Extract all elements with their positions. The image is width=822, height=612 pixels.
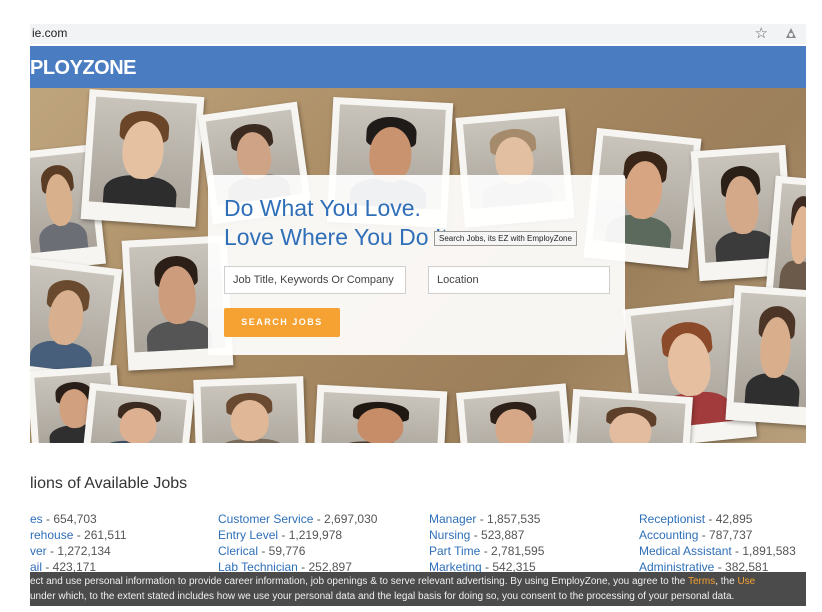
collage-photo [456,383,574,443]
job-count: - 42,895 [705,512,753,526]
cookie-consent-banner: ect and use personal information to prov… [30,572,806,606]
terms-link[interactable]: Terms [688,576,715,587]
jobs-column-4: Receptionist - 42,895 Accounting - 787,7… [639,511,796,575]
job-count: - 1,857,535 [476,512,541,526]
jobs-column-3: Manager - 1,857,535 Nursing - 523,887 Pa… [429,511,544,575]
job-count: - 523,887 [470,528,525,542]
job-category[interactable]: Medical Assistant [639,544,732,558]
jobs-column-2: Customer Service - 2,697,030 Entry Level… [218,511,377,575]
job-link[interactable]: Clerical - 59,776 [218,543,377,559]
cookie-line-1: ect and use personal information to prov… [30,574,806,589]
use-link[interactable]: Use [737,576,755,587]
bookmark-star-icon[interactable]: ☆ [755,24,768,42]
site-header: PLOYZONE [30,46,806,88]
cookie-text: ect and use personal information to prov… [30,576,688,587]
collage-photo [80,89,205,227]
job-count: - 654,703 [42,512,97,526]
job-link[interactable]: Customer Service - 2,697,030 [218,511,377,527]
search-card: Do What You Love. Love Where You Do It. … [208,175,625,355]
job-link[interactable]: Accounting - 787,737 [639,527,796,543]
job-link[interactable]: ver - 1,272,134 [30,543,127,559]
available-jobs-heading: lions of Available Jobs [30,475,188,492]
job-category[interactable]: Nursing [429,528,470,542]
cookie-text: , the [715,576,738,587]
extension-icon[interactable] [784,27,798,41]
cookie-text: under which, to the extent stated includ… [30,591,735,602]
job-category[interactable]: ver [30,544,47,558]
job-category[interactable]: Clerical [218,544,258,558]
job-link[interactable]: Nursing - 523,887 [429,527,544,543]
job-category[interactable]: es [30,512,43,526]
job-link[interactable]: Medical Assistant - 1,891,583 [639,543,796,559]
headline-line2: Love Where You Do It. [224,224,455,250]
url-text[interactable]: ie.com [32,26,67,40]
job-category[interactable]: Receptionist [639,512,705,526]
address-bar[interactable]: ie.com ☆ [30,24,806,44]
jobs-column-1: es - 654,703 rehouse - 261,511 ver - 1,2… [30,511,127,575]
job-link[interactable]: rehouse - 261,511 [30,527,127,543]
job-count: - 787,737 [698,528,753,542]
job-count: - 1,272,134 [46,544,111,558]
job-count: - 59,776 [258,544,306,558]
job-count: - 1,219,978 [278,528,343,542]
collage-photo [567,388,693,443]
job-category[interactable]: Entry Level [218,528,278,542]
job-link[interactable]: es - 654,703 [30,511,127,527]
job-category[interactable]: Manager [429,512,476,526]
search-tooltip: Search Jobs, its EZ with EmployZone [434,231,577,246]
collage-photo [193,376,307,443]
job-count: - 2,781,595 [480,544,545,558]
collage-photo [312,384,448,443]
job-count: - 261,511 [73,528,127,542]
cookie-line-2: under which, to the extent stated includ… [30,589,806,604]
job-category[interactable]: Part Time [429,544,480,558]
job-category[interactable]: Accounting [639,528,698,542]
job-link[interactable]: Part Time - 2,781,595 [429,543,544,559]
job-count: - 1,891,583 [731,544,796,558]
job-keyword-input[interactable]: Job Title, Keywords Or Company [224,266,406,294]
location-input[interactable]: Location [428,266,610,294]
collage-photo [80,382,195,443]
job-category[interactable]: rehouse [30,528,73,542]
headline-line1: Do What You Love. [224,195,421,221]
search-jobs-button[interactable]: SEARCH JOBS [224,308,340,337]
collage-photo [725,285,806,426]
job-link[interactable]: Manager - 1,857,535 [429,511,544,527]
employzone-logo[interactable]: PLOYZONE [30,57,137,80]
job-link[interactable]: Receptionist - 42,895 [639,511,796,527]
job-link[interactable]: Entry Level - 1,219,978 [218,527,377,543]
job-count: - 2,697,030 [313,512,378,526]
job-category[interactable]: Customer Service [218,512,313,526]
